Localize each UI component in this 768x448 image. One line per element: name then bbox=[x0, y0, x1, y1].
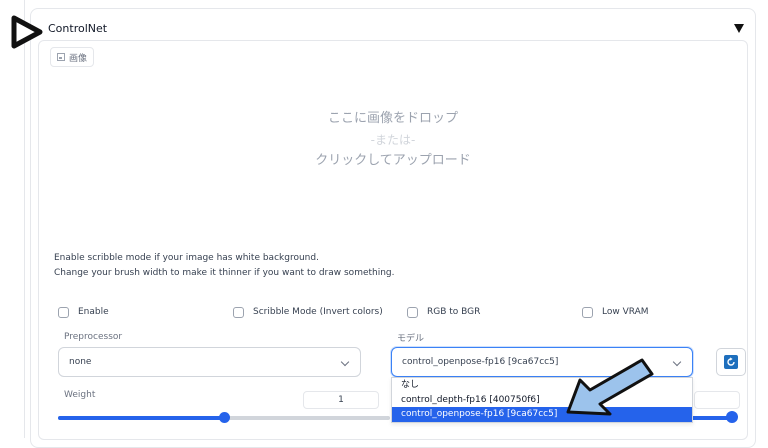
collapse-toggle-icon[interactable] bbox=[734, 24, 744, 33]
scribble-hint: Enable scribble mode if your image has w… bbox=[54, 253, 319, 263]
low-vram-checkbox[interactable]: Low VRAM bbox=[582, 305, 649, 319]
rgb-to-bgr-checkbox[interactable]: RGB to BGR bbox=[407, 305, 480, 319]
weight-label: Weight bbox=[64, 390, 96, 400]
scribble-mode-checkbox-box[interactable] bbox=[233, 306, 244, 318]
weight-value: 1 bbox=[338, 395, 344, 405]
rgb-to-bgr-label: RGB to BGR bbox=[427, 307, 481, 317]
drop-zone-text[interactable]: ここに画像をドロップ -または- クリックしてアップロード bbox=[40, 108, 746, 172]
image-icon bbox=[57, 53, 65, 61]
enable-label: Enable bbox=[78, 307, 109, 317]
left-divider bbox=[24, 0, 25, 438]
weight-slider[interactable] bbox=[58, 412, 390, 423]
weight-slider-thumb[interactable] bbox=[219, 412, 230, 423]
weight-number-input[interactable]: 1 bbox=[303, 391, 379, 409]
slider-thumb-right[interactable] bbox=[726, 411, 738, 423]
enable-checkbox[interactable]: Enable bbox=[58, 305, 109, 319]
refresh-icon bbox=[724, 355, 738, 369]
pointer-arrow-icon bbox=[566, 358, 654, 416]
low-vram-checkbox-box[interactable] bbox=[582, 306, 593, 318]
chevron-down-icon bbox=[672, 357, 682, 367]
panel-title: ControlNet bbox=[48, 22, 108, 35]
enable-checkbox-box[interactable] bbox=[58, 306, 69, 318]
image-tab-label: 画像 bbox=[69, 53, 88, 64]
model-label: モデル bbox=[397, 334, 425, 344]
upload-instruction: クリックしてアップロード bbox=[315, 153, 471, 168]
preprocessor-label: Preprocessor bbox=[64, 332, 123, 342]
number-input[interactable] bbox=[694, 391, 740, 409]
drop-or: -または- bbox=[370, 133, 416, 147]
weight-slider-fill bbox=[58, 416, 224, 420]
scribble-mode-checkbox[interactable]: Scribble Mode (Invert colors) bbox=[233, 305, 383, 319]
brush-hint: Change your brush width to make it thinn… bbox=[54, 268, 395, 278]
rgb-to-bgr-checkbox-box[interactable] bbox=[407, 306, 418, 318]
preprocessor-value: none bbox=[69, 357, 92, 367]
model-value: control_openpose-fp16 [9ca67cc5] bbox=[402, 357, 559, 367]
preprocessor-select[interactable]: none bbox=[58, 347, 361, 377]
chevron-down-icon bbox=[340, 357, 350, 367]
drop-instruction: ここに画像をドロップ bbox=[327, 111, 458, 126]
image-tab[interactable]: 画像 bbox=[50, 47, 95, 67]
scribble-mode-label: Scribble Mode (Invert colors) bbox=[253, 307, 383, 317]
refresh-models-button[interactable] bbox=[716, 348, 746, 376]
low-vram-label: Low VRAM bbox=[602, 307, 649, 317]
